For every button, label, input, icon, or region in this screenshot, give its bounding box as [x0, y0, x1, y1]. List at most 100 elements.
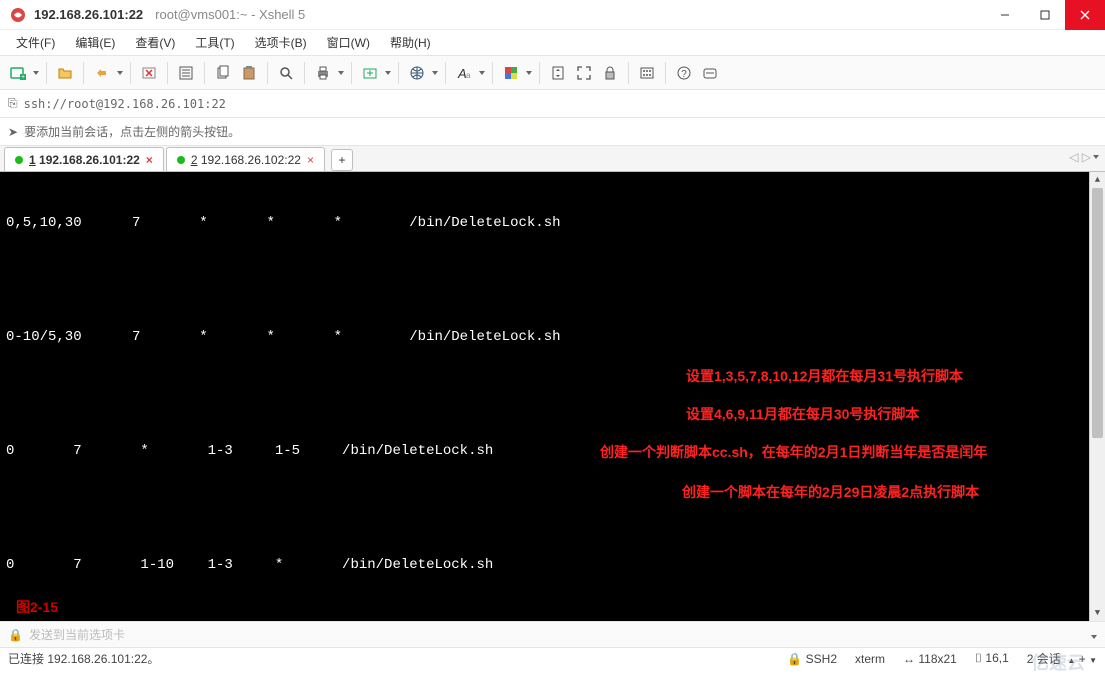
cron-line: 0,5,10,30 7 * * * /bin/DeleteLock.sh [6, 214, 1105, 233]
compose-bar: 🔒 发送到当前选项卡 [0, 621, 1105, 647]
svg-text:+: + [21, 74, 25, 81]
hint-add-icon[interactable]: ➤ [8, 125, 18, 139]
properties-icon[interactable] [174, 61, 198, 85]
reconnect-icon[interactable] [90, 61, 114, 85]
color-scheme-icon[interactable] [499, 61, 523, 85]
menu-view[interactable]: 查看(V) [127, 32, 183, 53]
chevron-down-icon[interactable]: ▼ [1089, 656, 1097, 665]
separator [267, 62, 268, 84]
separator [445, 62, 446, 84]
paste-icon[interactable] [237, 61, 261, 85]
fullscreen-icon[interactable] [572, 61, 596, 85]
disconnect-icon[interactable] [137, 61, 161, 85]
terminal-content: 0,5,10,30 7 * * * /bin/DeleteLock.sh 0-1… [0, 172, 1105, 621]
menu-window[interactable]: 窗口(W) [319, 32, 378, 53]
add-tab-button[interactable]: + [331, 149, 353, 171]
font-icon[interactable]: Aa [452, 61, 476, 85]
address-protocol-icon: ⎘ [8, 96, 18, 111]
tab-num: 2 [191, 153, 198, 167]
blank [6, 271, 1105, 290]
tab-close-icon[interactable]: × [146, 153, 153, 167]
menu-file[interactable]: 文件(F) [8, 32, 63, 53]
menu-tab[interactable]: 选项卡(B) [247, 32, 315, 53]
tab-nav-arrows[interactable]: ◁ ▷ [1069, 150, 1099, 164]
open-session-icon[interactable] [53, 61, 77, 85]
scroll-down-icon[interactable]: ▼ [1090, 605, 1105, 621]
menu-help[interactable]: 帮助(H) [382, 32, 439, 53]
compose-icon[interactable] [698, 61, 722, 85]
svg-text:?: ? [681, 69, 687, 80]
annotation-3: 创建一个判断脚本cc.sh，在每年的2月1日判断当年是否是闰年 [600, 443, 987, 462]
toolbar: + Aa ? [0, 56, 1105, 90]
menu-edit[interactable]: 编辑(E) [67, 32, 123, 53]
terminal[interactable]: 0,5,10,30 7 * * * /bin/DeleteLock.sh 0-1… [0, 172, 1105, 621]
tab-num: 1 [29, 153, 36, 167]
annotation-4: 创建一个脚本在每年的2月29日凌晨2点执行脚本 [682, 483, 979, 502]
font-dropdown[interactable] [478, 71, 486, 75]
globe-dropdown[interactable] [431, 71, 439, 75]
status-size: ↔ 118x21 [903, 652, 957, 666]
status-dot-icon [15, 156, 23, 164]
keypad-icon[interactable] [635, 61, 659, 85]
scroll-icon[interactable] [546, 61, 570, 85]
compose-dropdown-icon[interactable] [1091, 628, 1097, 642]
session-tab-2[interactable]: 2 192.168.26.102:22 × [166, 147, 325, 171]
xftp-dropdown[interactable] [384, 71, 392, 75]
terminal-scrollbar[interactable]: ▲ ▼ [1089, 172, 1105, 621]
tab-label: 192.168.26.102:22 [201, 153, 301, 167]
blank [6, 613, 1105, 621]
svg-text:a: a [466, 71, 471, 80]
new-session-icon[interactable]: + [6, 61, 30, 85]
titlebar: 192.168.26.101:22 root@vms001:~ - Xshell… [0, 0, 1105, 30]
menubar: 文件(F) 编辑(E) 查看(V) 工具(T) 选项卡(B) 窗口(W) 帮助(… [0, 30, 1105, 56]
separator [351, 62, 352, 84]
separator [492, 62, 493, 84]
close-button[interactable] [1065, 0, 1105, 30]
title-subtitle: root@vms001:~ - Xshell 5 [155, 7, 305, 22]
hint-text: 要添加当前会话，点击左侧的箭头按钮。 [24, 123, 240, 140]
annotation-2: 设置4,6,9,11月都在每月30号执行脚本 [686, 405, 919, 424]
reconnect-dropdown[interactable] [116, 71, 124, 75]
menu-tools[interactable]: 工具(T) [187, 32, 242, 53]
separator [130, 62, 131, 84]
separator [204, 62, 205, 84]
separator [167, 62, 168, 84]
ruler-icon: ⌷ [975, 651, 982, 665]
cron-line: 0 7 1-10 1-3 * /bin/DeleteLock.sh [6, 556, 1105, 575]
separator [398, 62, 399, 84]
annotation-1: 设置1,3,5,7,8,10,12月都在每月31号执行脚本 [686, 367, 963, 386]
find-icon[interactable] [274, 61, 298, 85]
separator [539, 62, 540, 84]
separator [46, 62, 47, 84]
compose-input[interactable]: 发送到当前选项卡 [29, 626, 1085, 643]
separator [304, 62, 305, 84]
scroll-up-icon[interactable]: ▲ [1090, 172, 1105, 188]
scroll-track[interactable] [1090, 188, 1105, 605]
session-tabs: 1 192.168.26.101:22 × 2 192.168.26.102:2… [0, 146, 1105, 172]
xftp-icon[interactable] [358, 61, 382, 85]
session-tab-1[interactable]: 1 192.168.26.101:22 × [4, 147, 164, 171]
address-bar: ⎘ ssh://root@192.168.26.101:22 [0, 90, 1105, 118]
size-icon: ↔ [903, 652, 915, 666]
tab-label: 192.168.26.101:22 [39, 153, 140, 167]
copy-icon[interactable] [211, 61, 235, 85]
lock-icon[interactable] [598, 61, 622, 85]
print-icon[interactable] [311, 61, 335, 85]
address-url[interactable]: ssh://root@192.168.26.101:22 [24, 97, 226, 111]
scroll-thumb[interactable] [1092, 188, 1103, 438]
lock-icon: 🔒 [787, 652, 802, 666]
cron-line: 0-10/5,30 7 * * * /bin/DeleteLock.sh [6, 328, 1105, 347]
tab-close-icon[interactable]: × [307, 153, 314, 167]
maximize-button[interactable] [1025, 0, 1065, 30]
separator [665, 62, 666, 84]
new-session-dropdown[interactable] [32, 71, 40, 75]
globe-icon[interactable] [405, 61, 429, 85]
figure-label: 图2-15 [16, 598, 58, 617]
compose-lock-icon[interactable]: 🔒 [8, 628, 23, 642]
help-icon[interactable]: ? [672, 61, 696, 85]
status-termtype: xterm [855, 652, 885, 666]
minimize-button[interactable] [985, 0, 1025, 30]
print-dropdown[interactable] [337, 71, 345, 75]
color-scheme-dropdown[interactable] [525, 71, 533, 75]
separator [83, 62, 84, 84]
